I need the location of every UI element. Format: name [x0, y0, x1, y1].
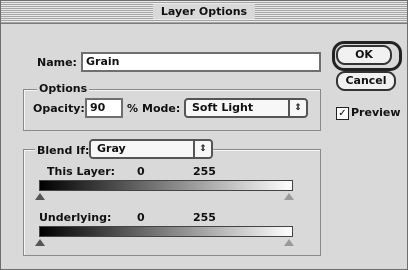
layer-options-dialog: Layer Options Name: Grain Options Opacit…: [0, 0, 408, 270]
preview-checkbox[interactable]: ✓: [336, 107, 349, 120]
dialog-title: Layer Options: [152, 4, 256, 19]
cancel-button[interactable]: Cancel: [336, 71, 396, 91]
options-group-label: Options: [37, 82, 90, 95]
blend-if-select-value: Gray: [97, 142, 126, 155]
opacity-input[interactable]: 90: [85, 98, 123, 118]
mode-select-value: Soft Light: [192, 101, 254, 114]
underlying-black-slider[interactable]: [35, 239, 45, 246]
underlying-min-value: 0: [137, 211, 145, 224]
ok-button[interactable]: OK: [336, 45, 392, 65]
preview-label: Preview: [351, 106, 401, 119]
blend-if-select[interactable]: Gray ⇕: [89, 139, 213, 159]
mode-select[interactable]: Soft Light ⇕: [184, 98, 308, 118]
name-input[interactable]: Grain: [81, 52, 321, 72]
this-layer-max-value: 255: [193, 165, 216, 178]
title-bar[interactable]: Layer Options: [1, 1, 407, 24]
name-label: Name:: [37, 56, 77, 69]
up-down-arrows-icon: ⇕: [288, 99, 306, 117]
this-layer-white-slider[interactable]: [284, 193, 294, 200]
underlying-max-value: 255: [193, 211, 216, 224]
up-down-arrows-icon: ⇕: [193, 140, 211, 158]
underlying-gradient-bar: [39, 226, 293, 237]
blend-if-label: Blend If:: [35, 144, 92, 157]
this-layer-label: This Layer:: [47, 165, 116, 178]
mode-label: Mode:: [142, 102, 181, 115]
underlying-label: Underlying:: [39, 211, 112, 224]
this-layer-gradient-bar: [39, 180, 293, 191]
opacity-label: Opacity:: [33, 102, 85, 115]
this-layer-black-slider[interactable]: [35, 193, 45, 200]
percent-sign: %: [127, 102, 139, 115]
this-layer-min-value: 0: [137, 165, 145, 178]
underlying-white-slider[interactable]: [284, 239, 294, 246]
